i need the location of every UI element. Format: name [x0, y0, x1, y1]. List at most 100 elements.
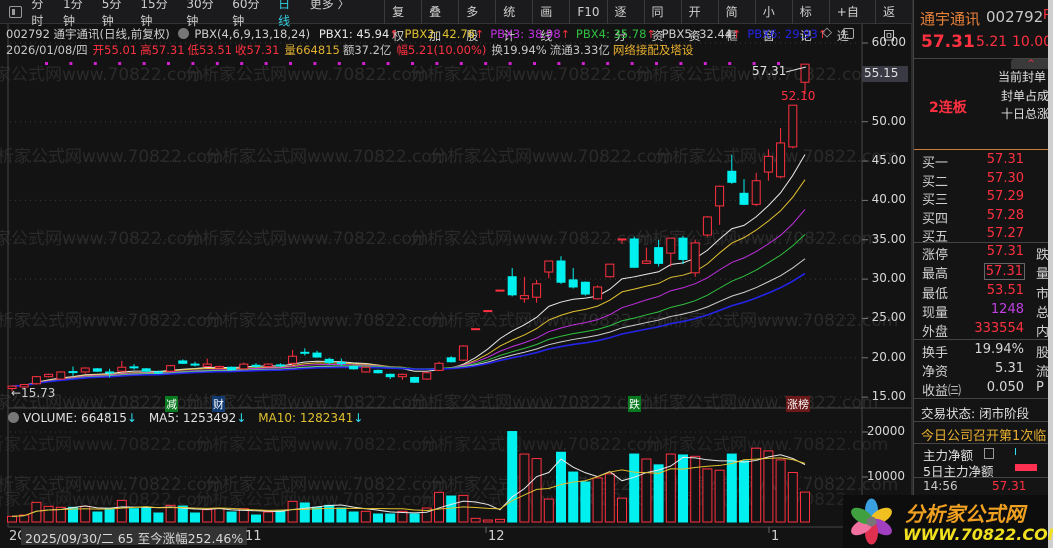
volume-bar — [299, 502, 310, 523]
toolbar-button[interactable]: 逐分 — [606, 0, 644, 43]
tag-fall[interactable]: 跌 — [628, 396, 641, 412]
bid-price: 57.28 — [986, 207, 1024, 223]
toolbar-button[interactable]: 标记 — [791, 0, 829, 43]
toolbar-button[interactable]: 返回 — [875, 0, 912, 43]
ma10-readout: MA10: 1282341 — [258, 411, 354, 425]
candle-body — [617, 238, 627, 241]
candle-body — [471, 328, 481, 331]
period-tab[interactable]: 更多 〉 — [310, 0, 350, 29]
period-tab[interactable]: 1分钟 — [63, 0, 93, 29]
indicator-line: 002792 通宇通讯(日线,前复权) PBX(4,6,9,13,18,24) … — [6, 26, 838, 42]
signal-dot — [703, 62, 707, 65]
volume-bar — [360, 510, 371, 523]
stat-right-label: P — [1036, 380, 1044, 395]
price-axis-label: 50.00 — [871, 113, 906, 128]
toolbar-button[interactable]: 开资 — [680, 0, 718, 43]
bid-row: 买二 57.30 — [914, 171, 1048, 190]
volume-bar — [226, 511, 237, 523]
stat-row: 换手 19.94% 股 — [914, 342, 1048, 361]
concept-link[interactable]: 网络接配及塔设 — [613, 43, 694, 57]
candle-body — [727, 170, 737, 183]
toolbar-button[interactable]: 统计 — [495, 0, 532, 43]
volume-bar — [287, 500, 298, 523]
toolbar-button[interactable]: 复权 — [384, 0, 421, 43]
volume-bar — [190, 512, 200, 523]
watermark: 分析家公式网www.70822.com — [420, 435, 663, 455]
limit-up-streak: 2连板 — [929, 100, 967, 116]
signal-dot — [313, 62, 317, 65]
toolbar-button[interactable]: 同资 — [643, 0, 681, 43]
indicator-menu-icon[interactable] — [178, 28, 190, 39]
price-change-pct: 10.00% — [1012, 34, 1048, 50]
toolbar-button[interactable]: +自选 — [828, 0, 875, 43]
volume-bar — [214, 507, 225, 523]
period-tab[interactable]: 15分钟 — [140, 0, 177, 29]
stat-row: 外盘 333554 内 — [914, 321, 1048, 340]
signal-dot — [606, 62, 610, 65]
candle-body — [605, 263, 615, 278]
volume-bar — [763, 450, 774, 523]
volume-bar — [275, 510, 286, 523]
tag-rank[interactable]: 涨榜 — [786, 396, 810, 412]
bid-row: 买一 57.31 — [914, 152, 1048, 171]
pbx-readout: PBX6: 29.93 — [747, 27, 818, 41]
volume-bar — [592, 477, 603, 523]
bid-price: 57.27 — [986, 226, 1024, 241]
watermark: 分析家公式网www.70822.com — [195, 435, 438, 455]
candle-body — [532, 283, 542, 298]
candle-body — [678, 237, 688, 260]
tag-reduce[interactable]: 减 — [165, 396, 178, 412]
volume-bar — [678, 454, 688, 523]
volume-bar — [324, 504, 335, 523]
stat-right-label: 量 — [1036, 267, 1048, 283]
period-tab[interactable]: 分时 — [31, 0, 54, 29]
watermark: 分析家公式网www.70822.com — [635, 393, 878, 413]
panel-toggle-icon[interactable] — [843, 28, 854, 39]
watermark: 分析家公式网www.70822.com — [430, 147, 673, 167]
toolbar-button[interactable]: F10 — [569, 0, 606, 24]
month-label: 12 — [488, 529, 505, 544]
watermark: 分析家公式网www.70822.com — [185, 229, 428, 249]
volume-menu-icon[interactable] — [8, 412, 19, 423]
down-arrow-icon: ↓ — [353, 411, 364, 425]
flower-logo-icon — [851, 498, 892, 545]
period-tab[interactable]: 60分钟 — [232, 0, 269, 29]
trade-status: 交易状态: 闭市阶段 — [921, 406, 1030, 421]
logo-title: 分析家公式网 — [905, 502, 1025, 526]
period-tab[interactable]: 5分钟 — [102, 0, 132, 29]
site-logo: 分析家公式网 WWW.70822.COM — [843, 495, 1053, 548]
toolbar-button[interactable]: 小窗 — [754, 0, 792, 43]
volume-bar — [104, 507, 115, 523]
toolbar-button[interactable]: 多股 — [458, 0, 495, 43]
period-tab[interactable]: 30分钟 — [186, 0, 223, 29]
scrollbar[interactable] — [1048, 0, 1053, 548]
stat-label: 涨停 — [922, 248, 949, 263]
volume-bar — [775, 459, 786, 523]
stat-row: 最高 57.31 量 — [914, 263, 1048, 282]
candle-body — [458, 345, 468, 361]
price-axis-label: 60.00 — [871, 35, 906, 49]
watermark: 分析家公式网www.70822.com — [410, 393, 653, 413]
candle-body — [483, 310, 493, 313]
candle-body — [336, 362, 346, 365]
news-ticker[interactable]: 今日公司召开第1次临 — [921, 425, 1046, 444]
list-icon[interactable] — [984, 448, 994, 459]
signal-dot — [264, 62, 268, 65]
bid-price: 57.30 — [986, 170, 1024, 186]
high-annotation: 57.31 — [752, 64, 787, 78]
indicator-name[interactable]: PBX(4,6,9,13,18,24) — [194, 27, 310, 41]
close-value: 收57.31 — [234, 43, 280, 57]
candle-body — [68, 371, 78, 374]
diamond-icon[interactable]: ◇ — [822, 25, 832, 40]
toolbar-button[interactable]: 叠加 — [421, 0, 458, 43]
volume-bar — [153, 512, 164, 523]
candle-body — [56, 371, 66, 380]
up-arrow-icon: ↑ — [646, 28, 656, 41]
tag-finance[interactable]: 财 — [212, 396, 225, 412]
period-tab[interactable]: 日线 — [278, 0, 301, 29]
kline-chart[interactable]: 分析家公式网www.70822.com分析家公式网www.70822.com分析… — [0, 0, 913, 548]
sidebar-toggle-icon[interactable] — [9, 5, 23, 18]
toolbar-button[interactable]: 简框 — [717, 0, 755, 43]
volume-bar — [373, 513, 383, 523]
toolbar-button[interactable]: 画线 — [532, 0, 569, 43]
